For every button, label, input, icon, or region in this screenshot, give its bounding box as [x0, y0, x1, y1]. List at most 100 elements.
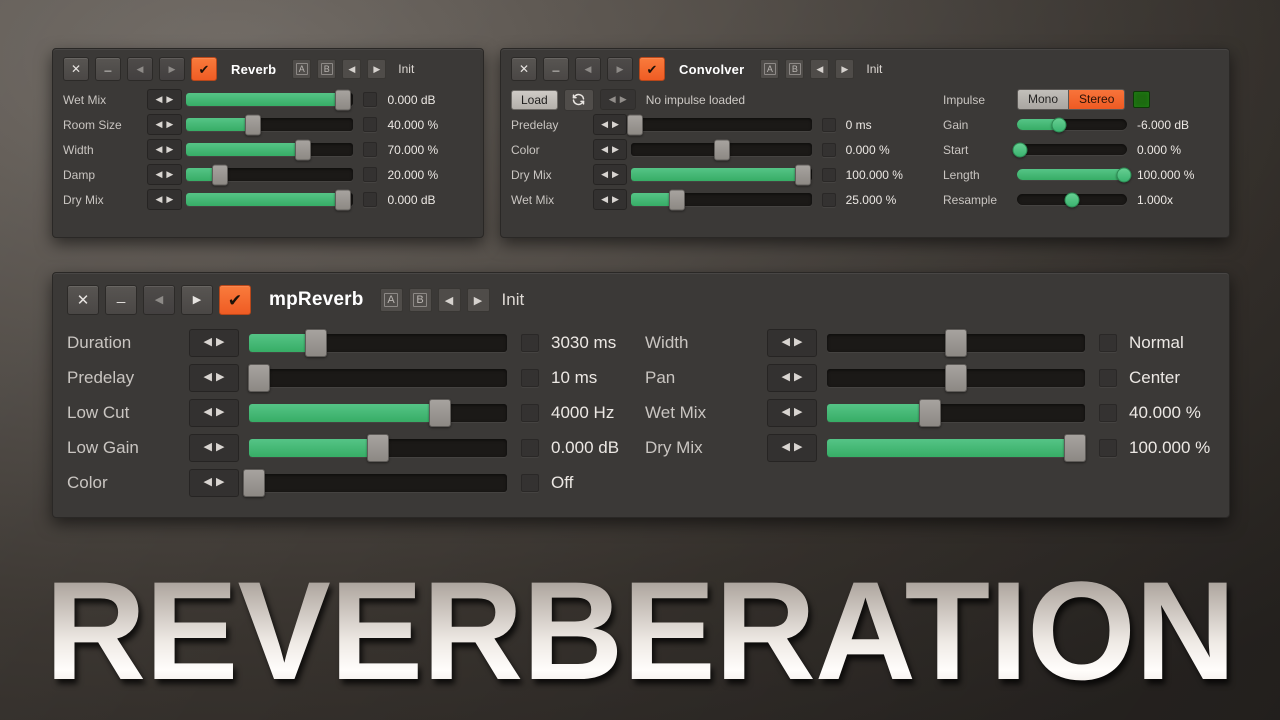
param-slider[interactable] [186, 164, 354, 185]
param-value[interactable]: 0 ms [846, 118, 931, 132]
preset-prev-button[interactable]: ◀ [810, 59, 830, 79]
stepper-decrement-icon[interactable]: ◀ [204, 442, 212, 453]
slider-thumb[interactable] [945, 363, 967, 392]
param-modulation-checkbox[interactable] [521, 473, 539, 492]
stepper-increment-icon[interactable]: ▶ [794, 442, 802, 453]
param-slider[interactable] [1012, 142, 1127, 157]
param-slider[interactable] [827, 433, 1086, 462]
param-stepper[interactable]: ◀ ▶ [592, 139, 628, 160]
slider-thumb[interactable] [1012, 142, 1028, 157]
slider-thumb[interactable] [295, 139, 312, 160]
param-slider[interactable] [1017, 167, 1132, 182]
stepper-increment-icon[interactable]: ▶ [166, 145, 173, 154]
stepper-increment-icon[interactable]: ▶ [166, 195, 173, 204]
param-slider[interactable] [827, 363, 1085, 392]
slider-thumb[interactable] [1063, 433, 1086, 462]
param-modulation-checkbox[interactable] [363, 192, 378, 207]
param-modulation-checkbox[interactable] [363, 92, 378, 107]
param-slider[interactable] [186, 189, 354, 210]
param-stepper[interactable]: ◀ ▶ [146, 89, 183, 110]
slider-thumb[interactable] [248, 363, 271, 392]
stepper-decrement-icon[interactable]: ◀ [204, 372, 212, 383]
minimize-icon[interactable]: _ [543, 57, 569, 81]
param-value[interactable]: 100.000 % [1129, 438, 1210, 458]
stepper-decrement-icon[interactable]: ◀ [155, 95, 162, 104]
stepper-increment-icon[interactable]: ▶ [612, 145, 619, 154]
param-slider[interactable] [248, 363, 507, 392]
stepper-increment-icon[interactable]: ▶ [166, 170, 173, 179]
stepper-increment-icon[interactable]: ▶ [612, 170, 619, 179]
slider-thumb[interactable] [335, 89, 352, 110]
stepper-decrement-icon[interactable]: ◀ [155, 145, 162, 154]
param-slider[interactable] [631, 139, 812, 160]
param-slider[interactable] [186, 139, 354, 160]
slider-thumb[interactable] [245, 114, 262, 135]
minimize-icon[interactable]: _ [105, 285, 137, 315]
param-slider[interactable] [249, 433, 507, 462]
stepper-decrement-icon[interactable]: ◀ [782, 442, 790, 453]
close-icon[interactable]: ✕ [63, 57, 89, 81]
param-slider[interactable] [631, 189, 812, 210]
next-preset-arrow-icon[interactable]: ▶ [159, 57, 185, 81]
enable-toggle[interactable]: ✔ [191, 57, 217, 81]
close-icon[interactable]: ✕ [67, 285, 99, 315]
stepper-decrement-icon[interactable]: ◀ [204, 337, 212, 348]
param-modulation-checkbox[interactable] [821, 167, 836, 182]
param-stepper[interactable]: ◀ ▶ [146, 139, 183, 160]
param-slider[interactable] [186, 114, 354, 135]
reload-icon[interactable] [563, 88, 594, 111]
slider-thumb[interactable] [627, 114, 644, 135]
slider-thumb[interactable] [243, 468, 266, 497]
param-modulation-checkbox[interactable] [1099, 403, 1117, 422]
stepper-increment-icon[interactable]: ▶ [216, 407, 224, 418]
stepper-decrement-icon[interactable]: ◀ [601, 195, 608, 204]
preset-a-button[interactable]: A [292, 59, 312, 79]
slider-thumb[interactable] [794, 164, 811, 185]
impulse-browse-spinner[interactable]: ◀ ▶ [599, 89, 636, 110]
preset-next-button[interactable]: ▶ [466, 288, 490, 312]
stepper-decrement-icon[interactable]: ◀ [155, 120, 162, 129]
param-slider[interactable] [186, 89, 354, 110]
stepper-increment-icon[interactable]: ▶ [166, 95, 173, 104]
preset-prev-button[interactable]: ◀ [437, 288, 461, 312]
stepper-increment-icon[interactable]: ▶ [216, 477, 224, 488]
param-stepper[interactable]: ◀ ▶ [592, 189, 628, 210]
param-modulation-checkbox[interactable] [521, 333, 539, 352]
slider-thumb[interactable] [668, 189, 685, 210]
prev-preset-arrow-icon[interactable]: ◀ [143, 285, 175, 315]
slider-thumb[interactable] [1064, 192, 1080, 207]
close-icon[interactable]: ✕ [511, 57, 537, 81]
param-value[interactable]: 0.000 dB [387, 93, 473, 107]
stepper-increment-icon[interactable]: ▶ [216, 372, 224, 383]
param-slider[interactable] [249, 328, 507, 357]
slider-thumb[interactable] [919, 398, 942, 427]
stepper-decrement-icon[interactable]: ◀ [601, 170, 608, 179]
stepper-increment-icon[interactable]: ▶ [794, 337, 802, 348]
param-slider[interactable] [243, 468, 507, 497]
param-slider[interactable] [827, 328, 1085, 357]
param-stepper[interactable]: ◀ ▶ [767, 433, 817, 462]
param-modulation-checkbox[interactable] [1099, 438, 1117, 457]
stepper-decrement-icon[interactable]: ◀ [155, 195, 162, 204]
param-value[interactable]: 70.000 % [387, 143, 473, 157]
next-preset-arrow-icon[interactable]: ▶ [607, 57, 633, 81]
param-value[interactable]: 1.000x [1137, 193, 1233, 207]
param-slider[interactable] [1017, 117, 1127, 132]
param-value[interactable]: Center [1129, 368, 1180, 388]
param-value[interactable]: 10 ms [551, 368, 597, 388]
param-value[interactable]: 20.000 % [387, 168, 473, 182]
prev-preset-arrow-icon[interactable]: ◀ [127, 57, 153, 81]
stepper-increment-icon[interactable]: ▶ [612, 195, 619, 204]
slider-thumb[interactable] [1116, 167, 1132, 182]
stepper-decrement-icon[interactable]: ◀ [782, 337, 790, 348]
param-stepper[interactable]: ◀ ▶ [189, 398, 239, 427]
slider-thumb[interactable] [211, 164, 228, 185]
preset-b-button[interactable]: B [317, 59, 337, 79]
slider-thumb[interactable] [305, 328, 328, 357]
param-stepper[interactable]: ◀ ▶ [146, 114, 183, 135]
param-slider[interactable] [827, 398, 1085, 427]
param-value[interactable]: 25.000 % [846, 193, 931, 207]
param-modulation-checkbox[interactable] [521, 368, 539, 387]
param-slider[interactable] [631, 164, 812, 185]
preset-b-button[interactable]: B [408, 288, 432, 312]
